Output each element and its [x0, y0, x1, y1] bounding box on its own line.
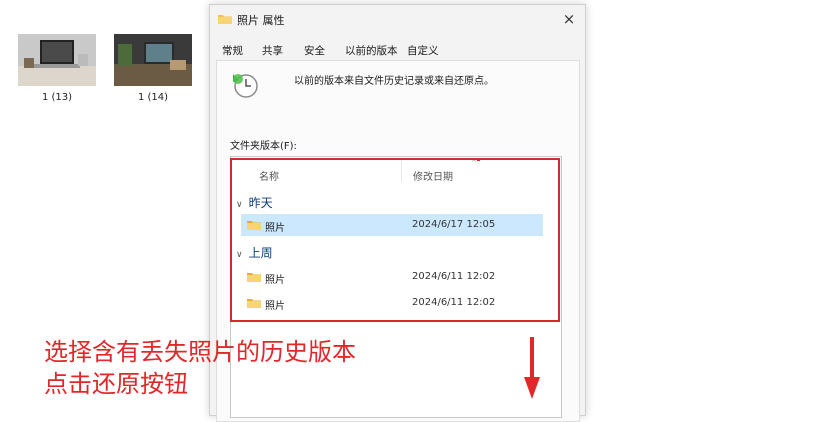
annotation-line-2: 点击还原按钮 [44, 370, 188, 398]
tab-sharing[interactable]: 共享 [262, 43, 283, 58]
folder-icon [218, 15, 232, 24]
down-arrow-icon [524, 337, 540, 399]
tab-security[interactable]: 安全 [304, 43, 325, 58]
file-label-1-13: 1 (13) [41, 92, 73, 103]
highlight-box [230, 158, 560, 322]
folder-versions-label: 文件夹版本(F): [230, 141, 297, 152]
annotation-line-1: 选择含有丢失照片的历史版本 [44, 338, 356, 366]
file-label-1-14: 1 (14) [137, 92, 169, 103]
file-thumbnail-1-13[interactable] [18, 34, 96, 86]
versions-description: 以前的版本来自文件历史记录或来自还原点。 [294, 76, 494, 87]
file-thumbnail-1-14[interactable] [114, 34, 192, 86]
tab-general[interactable]: 常规 [222, 43, 243, 58]
tab-previous-versions[interactable]: 以前的版本 [345, 43, 398, 58]
tab-customize[interactable]: 自定义 [407, 43, 439, 58]
dialog-title: 照片 属性 [237, 14, 285, 27]
annotation-dot [477, 158, 480, 161]
close-button[interactable]: × [557, 9, 581, 29]
history-clock-icon [233, 74, 258, 98]
title-bar[interactable]: 照片 属性 × [210, 5, 585, 33]
